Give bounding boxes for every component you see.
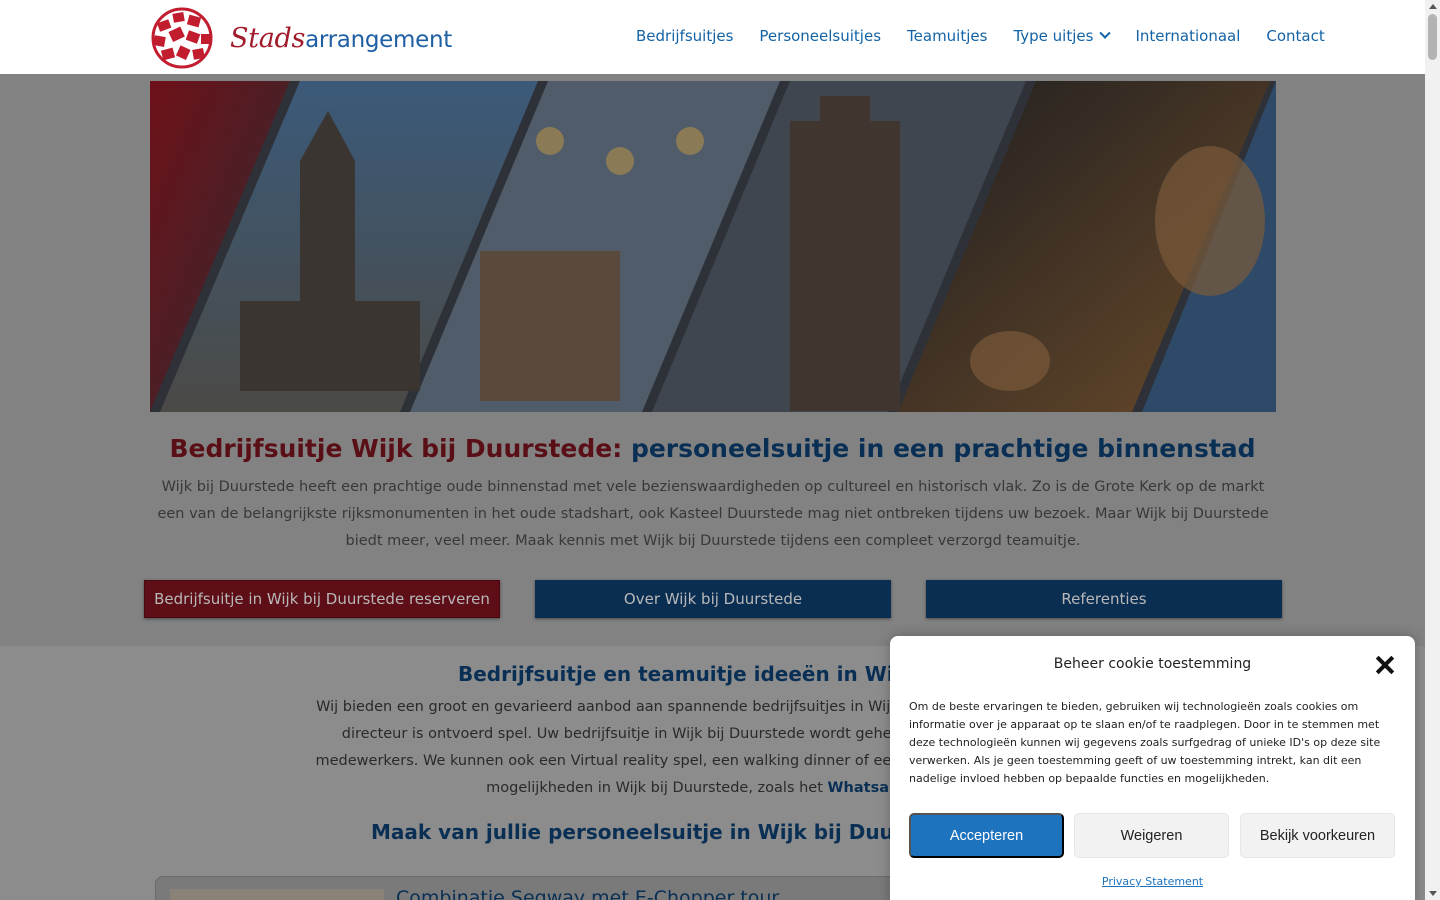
ideas-text-line-end: mogelijkheden in Wijk bij Duurstede, zoa… <box>486 780 828 796</box>
intro-text: Wijk bij Duurstede heeft een prachtige o… <box>157 479 1269 549</box>
chevron-down-icon <box>1099 27 1112 39</box>
logo-text-part2: arrangement <box>305 26 452 53</box>
page-title-red: Bedrijfsuitje Wijk bij Duurstede: <box>169 434 623 463</box>
reserve-button[interactable]: Bedrijfsuitje in Wijk bij Duurstede rese… <box>144 580 500 618</box>
activity-title[interactable]: Combinatie Segway met E-Chopper tour <box>396 887 779 900</box>
scroll-down-icon[interactable] <box>1429 891 1437 896</box>
close-icon[interactable] <box>1374 654 1396 676</box>
main-nav: Bedrijfsuitjes Personeelsuitjes Teamuitj… <box>636 27 1325 45</box>
privacy-statement-link[interactable]: Privacy Statement <box>890 875 1415 888</box>
nav-teamuitjes[interactable]: Teamuitjes <box>907 27 987 45</box>
nav-type-uitjes[interactable]: Type uitjes <box>1013 27 1112 45</box>
nav-internationaal[interactable]: Internationaal <box>1135 27 1240 45</box>
logo-mark-icon <box>151 7 213 69</box>
nav-personeelsuitjes[interactable]: Personeelsuitjes <box>759 27 881 45</box>
page-scrollbar[interactable] <box>1425 0 1440 900</box>
scrollbar-thumb[interactable] <box>1428 14 1437 60</box>
cookie-text: Om de beste ervaringen te bieden, gebrui… <box>909 700 1381 785</box>
nav-contact[interactable]: Contact <box>1266 27 1324 45</box>
logo-text: Stadsarrangement <box>230 23 452 54</box>
about-button[interactable]: Over Wijk bij Duurstede <box>535 580 891 618</box>
accept-button[interactable]: Accepteren <box>909 813 1064 858</box>
nav-type-uitjes-label: Type uitjes <box>1013 27 1094 45</box>
activity-thumbnail <box>170 889 384 900</box>
activity-card[interactable]: Combinatie Segway met E-Chopper tour <box>155 876 915 900</box>
scroll-up-icon[interactable] <box>1429 4 1437 9</box>
cookie-consent-dialog: Beheer cookie toestemming Om de beste er… <box>890 636 1415 900</box>
logo-text-part1: Stads <box>230 22 306 54</box>
site-logo[interactable]: Stadsarrangement <box>146 7 452 69</box>
deny-button[interactable]: Weigeren <box>1074 813 1229 858</box>
nav-bedrijfsuitjes[interactable]: Bedrijfsuitjes <box>636 27 733 45</box>
site-header: Stadsarrangement Bedrijfsuitjes Personee… <box>0 0 1425 74</box>
references-button[interactable]: Referenties <box>926 580 1282 618</box>
hero-collage-image <box>150 81 1276 412</box>
view-preferences-button[interactable]: Bekijk voorkeuren <box>1240 813 1395 858</box>
page-title-blue: personeelsuitje in een prachtige binnens… <box>630 434 1256 463</box>
page-title: Bedrijfsuitje Wijk bij Duurstede: person… <box>0 434 1425 463</box>
cookie-title: Beheer cookie toestemming <box>1053 656 1252 672</box>
